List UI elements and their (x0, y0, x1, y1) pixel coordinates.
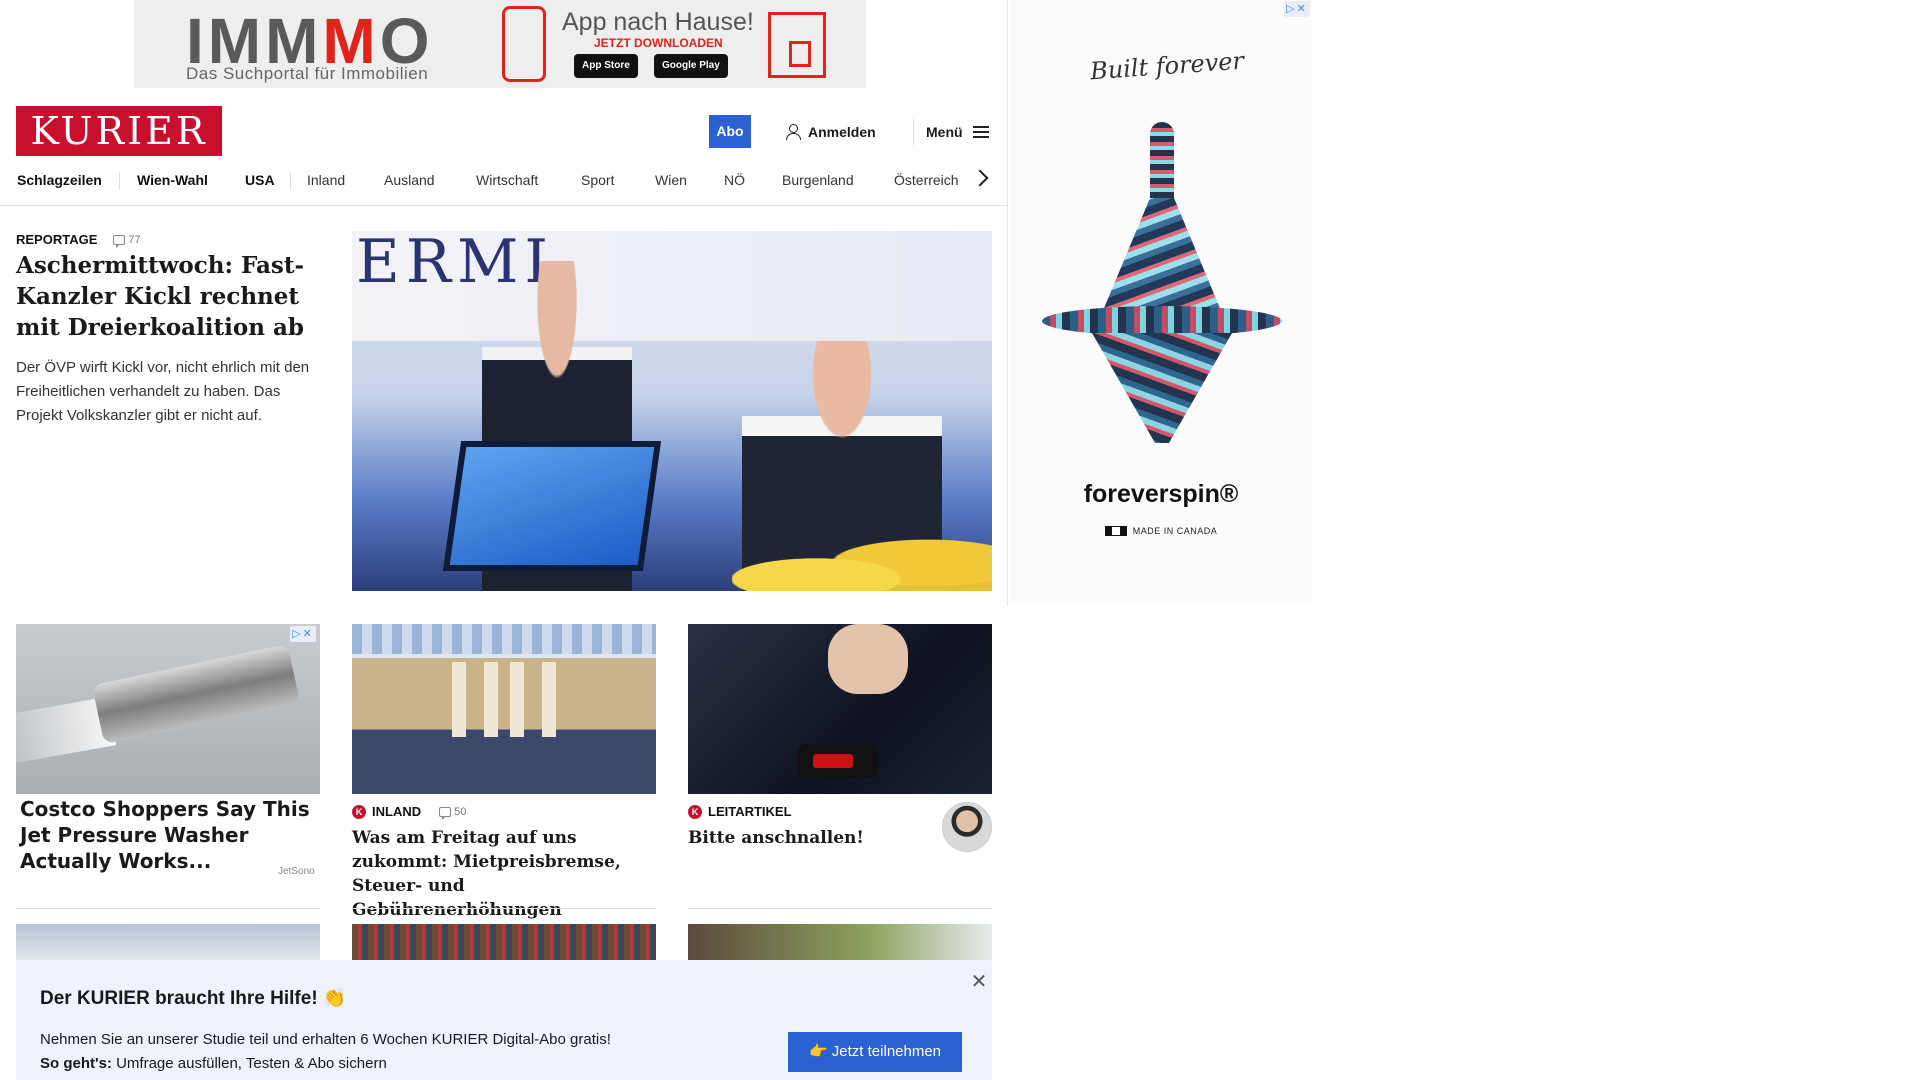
ad-slogan: Das Suchportal für Immobilien (186, 64, 429, 83)
nav-item-wirtschaft[interactable]: Wirtschaft (476, 166, 538, 194)
section-nav: Schlagzeilen Wien-Wahl USA Inland Auslan… (0, 166, 1008, 206)
nav-item-wien-wahl[interactable]: Wien-Wahl (137, 166, 208, 194)
top-disc (1042, 306, 1282, 336)
inland-category: INLAND (372, 804, 422, 819)
popup-line-1: Nehmen Sie an unserer Studie teil und er… (40, 1031, 611, 1048)
inland-kicker: K INLAND 50 (352, 804, 467, 820)
close-icon[interactable]: ✕ (970, 971, 988, 991)
survey-popup: Der KURIER braucht Ihre Hilfe! 👏 Nehmen … (16, 960, 992, 1080)
nav-item-schlagzeilen[interactable]: Schlagzeilen (17, 166, 102, 194)
ceiling (352, 624, 656, 654)
row-divider (352, 908, 656, 909)
nav-item-noe[interactable]: NÖ (724, 166, 745, 194)
nav-divider (119, 172, 120, 190)
parliament-image[interactable] (352, 624, 656, 794)
hand (828, 624, 908, 694)
made-in-canada: MADE IN CANADA (1010, 525, 1312, 537)
google-play-badge[interactable]: Google Play (654, 54, 728, 78)
popup-line-2: So geht's: Umfrage ausfüllen, Testen & A… (40, 1052, 611, 1076)
header-divider (913, 119, 914, 145)
row-divider (688, 908, 992, 909)
popup-title: Der KURIER braucht Ihre Hilfe! 👏 (40, 988, 347, 1009)
nav-item-inland[interactable]: Inland (307, 166, 345, 194)
pressure-washer-nozzle (91, 643, 301, 745)
ad-choices-icon[interactable]: ▷✕ (290, 626, 316, 642)
kurier-logo[interactable]: KURIER (16, 106, 222, 156)
lead-image-banner: ERMI (352, 231, 992, 341)
column (510, 662, 524, 737)
buckle-button (813, 754, 853, 768)
leitartikel-kicker: K LEITARTIKEL (688, 804, 792, 819)
nav-divider (290, 172, 291, 190)
column (542, 662, 556, 737)
lead-image-flowers (732, 531, 992, 591)
nav-item-wien[interactable]: Wien (655, 166, 687, 194)
ad-app-title: App nach Hause! (562, 8, 754, 36)
phone-icon (502, 6, 546, 82)
inland-comment-count[interactable]: 50 (439, 805, 467, 820)
hamburger-icon (972, 126, 989, 138)
top-upper (1102, 198, 1222, 313)
row-divider (16, 908, 320, 909)
user-icon (786, 124, 801, 140)
lead-image[interactable]: ERMI (352, 231, 992, 591)
popup-line-2-bold: So geht's: (40, 1055, 112, 1072)
author-avatar[interactable] (942, 802, 992, 852)
lead-headline[interactable]: Aschermittwoch: Fast-Kanzler Kickl rechn… (16, 250, 321, 343)
side-ad[interactable]: Built forever foreverspin® MADE IN CANAD… (1010, 0, 1312, 604)
next-article-image[interactable] (352, 924, 656, 960)
nav-next-chevron-icon[interactable] (971, 169, 989, 187)
popup-line-2-text: Umfrage ausfüllen, Testen & Abo sichern (111, 1055, 387, 1072)
next-article-image[interactable] (16, 924, 320, 960)
nav-item-burgenland[interactable]: Burgenland (782, 166, 854, 194)
lead-kicker: REPORTAGE 77 (16, 232, 141, 248)
top-lower (1092, 333, 1232, 443)
nav-item-oesterreich[interactable]: Österreich (894, 166, 959, 194)
next-article-image[interactable] (688, 924, 992, 960)
comment-count-value: 77 (128, 233, 141, 246)
sponsored-image[interactable] (16, 624, 320, 794)
login-button[interactable]: Anmelden (786, 120, 876, 144)
column (452, 662, 466, 737)
sponsored-source: JetSono (278, 866, 315, 877)
menu-label: Menü (926, 124, 963, 140)
lead-category: REPORTAGE (16, 232, 98, 247)
leitartikel-headline[interactable]: Bitte anschnallen! (688, 826, 928, 850)
popup-text: Nehmen Sie an unserer Studie teil und er… (40, 1028, 611, 1076)
leitartikel-category: LEITARTIKEL (708, 804, 792, 819)
comment-icon (113, 234, 126, 248)
nav-item-ausland[interactable]: Ausland (384, 166, 435, 194)
made-in-label: MADE IN CANADA (1132, 526, 1218, 536)
top-banner-ad[interactable]: IMMMO Das Suchportal für Immobilien App … (134, 0, 866, 88)
kurier-k-icon: K (352, 804, 366, 819)
spinning-top-graphic (1032, 118, 1292, 448)
ad-choices-icon[interactable]: ▷✕ (1284, 1, 1310, 17)
comment-icon (439, 806, 452, 820)
app-store-badge[interactable]: App Store (574, 54, 638, 78)
canada-flag-icon (1104, 525, 1127, 536)
sponsored-headline[interactable]: Costco Shoppers Say This Jet Pressure Wa… (20, 796, 310, 874)
kurier-k-icon: K (688, 804, 702, 819)
lead-comment-count[interactable]: 77 (113, 233, 141, 248)
nav-item-usa[interactable]: USA (245, 166, 275, 194)
nav-item-sport[interactable]: Sport (581, 166, 614, 194)
lead-teaser: Der ÖVP wirft Kickl vor, nicht ehrlich m… (16, 359, 310, 424)
login-label: Anmelden (808, 124, 876, 140)
column-divider (1007, 0, 1008, 606)
menu-button[interactable]: Menü (926, 120, 989, 144)
participate-button[interactable]: 👉 Jetzt teilnehmen (788, 1032, 962, 1072)
foreverspin-logo: foreverspin® (1083, 480, 1239, 508)
ad-download-text: JETZT DOWNLOADEN (594, 36, 723, 50)
column (484, 662, 498, 737)
seatbelt-image[interactable] (688, 624, 992, 794)
lead-image-lectern (442, 441, 662, 571)
comment-count-value: 50 (454, 805, 467, 818)
house-icon (768, 12, 826, 78)
ad-script-slogan: Built forever (1089, 46, 1245, 86)
abo-button[interactable]: Abo (709, 115, 751, 148)
